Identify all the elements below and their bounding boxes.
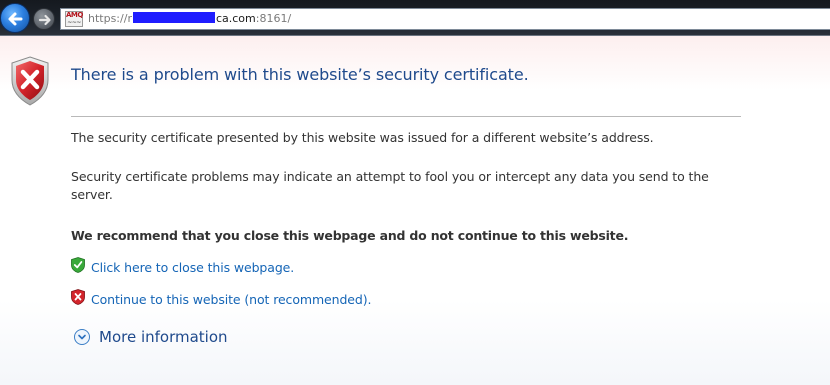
certificate-mismatch-text: The security certificate presented by th… <box>71 130 654 145</box>
favicon-wave: ~~~ <box>67 19 81 26</box>
divider <box>71 116 741 117</box>
page-title: There is a problem with this website’s s… <box>71 65 529 84</box>
url-partial: r <box>127 12 132 25</box>
site-favicon-icon: AMQ ~~~ <box>65 11 83 27</box>
back-button[interactable] <box>0 3 30 33</box>
url-host: ca.com <box>215 12 256 25</box>
green-shield-check-icon <box>71 257 85 277</box>
continue-website-link[interactable]: Continue to this website (not recommende… <box>91 292 371 307</box>
favicon-text: AMQ <box>66 11 83 19</box>
browser-toolbar: AMQ ~~~ https://r ca.com:8161/ <box>0 0 830 36</box>
continue-website-row[interactable]: Continue to this website (not recommende… <box>71 289 371 309</box>
security-warning-text: Security certificate problems may indica… <box>71 169 709 202</box>
close-webpage-row[interactable]: Click here to close this webpage. <box>71 257 294 277</box>
more-information-row[interactable]: More information <box>74 327 228 347</box>
close-webpage-link[interactable]: Click here to close this webpage. <box>91 260 294 275</box>
recommendation-text: We recommend that you close this webpage… <box>71 228 629 243</box>
more-information-link[interactable]: More information <box>99 328 228 346</box>
error-shield-icon <box>10 56 50 110</box>
url-port-path: :8161/ <box>255 12 292 25</box>
forward-arrow-icon <box>38 14 51 26</box>
url-text[interactable]: https://r ca.com:8161/ <box>88 12 291 25</box>
red-shield-x-icon <box>71 289 85 309</box>
back-arrow-icon <box>8 12 23 26</box>
expand-chevron-icon[interactable] <box>74 329 90 345</box>
url-scheme: https:// <box>88 12 128 25</box>
forward-button[interactable] <box>33 8 55 30</box>
address-bar[interactable]: AMQ ~~~ https://r ca.com:8161/ <box>60 8 830 30</box>
redaction-bar <box>132 12 215 23</box>
